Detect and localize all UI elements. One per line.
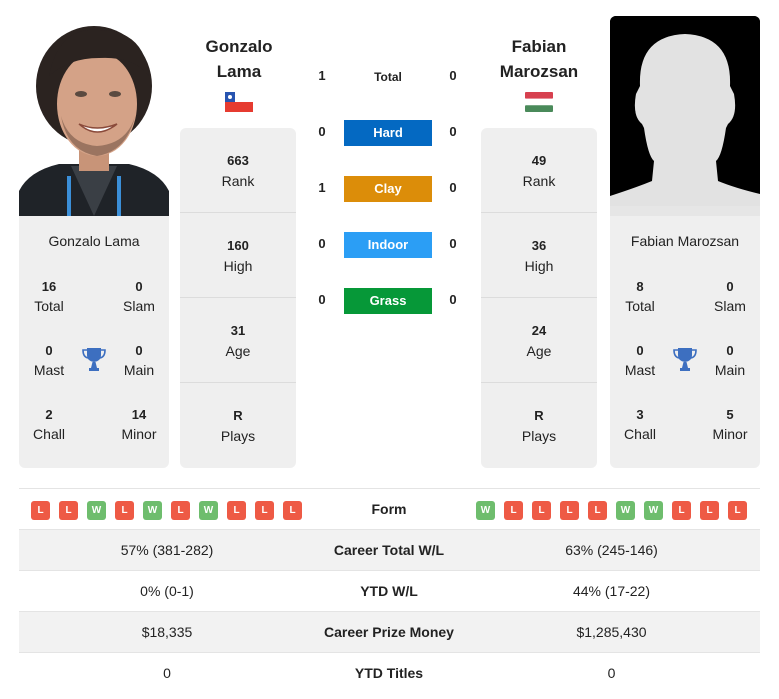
hungary-flag-icon [525,92,553,112]
player1-form-badge-loss[interactable]: L [171,501,190,520]
player2-form-badge-loss[interactable]: L [672,501,691,520]
player2-rank-card: 49 Rank 36 High 24 Age R Plays [481,128,597,468]
h2h-hard-p2: 0 [449,124,457,139]
player1-titles-chall: 2 Chall [33,407,65,442]
player2-titles-mast: 0 Mast [624,343,656,378]
career-prize-money-label: Career Prize Money [324,624,454,640]
h2h-grass-p2: 0 [449,292,457,307]
player2-high: 36 High [481,213,597,298]
player1-plays: R Plays [220,408,256,444]
player2-form-badge-win[interactable]: W [476,501,495,520]
player2-photo-placeholder [610,16,760,216]
surface-hard-badge[interactable]: Hard [344,120,432,146]
player2-form-badge-loss[interactable]: L [588,501,607,520]
player1-rank-card: 663 Rank 160 High 31 Age R Plays [180,128,296,468]
player2-rank: 49 Rank [481,128,597,213]
h2h-grass-p1: 0 [318,292,326,307]
player1-profile-card: Gonzalo Lama 16 Total 0 Slam 0 Mast 0 Ma… [19,216,169,468]
trophy-icon [673,346,697,372]
player1-titles-slam: 0 Slam [123,279,155,314]
player2-form-badge-loss[interactable]: L [560,501,579,520]
ytd-wl-label: YTD W/L [360,583,418,599]
player1-form-badge-loss[interactable]: L [59,501,78,520]
player2-form-badge-win[interactable]: W [616,501,635,520]
player1-full-name: Gonzalo Lama [48,233,140,249]
h2h-total-label: Total [374,70,402,84]
player1-name-heading[interactable]: Gonzalo Lama [179,34,299,84]
form-row: LLWLWLWLLL Form WLLLLWWLLL [19,488,760,529]
player1-form-badge-loss[interactable]: L [255,501,274,520]
player2-profile-card: Fabian Marozsan 8 Total 0 Slam 0 Mast 0 … [610,216,760,468]
player2-titles-main: 0 Main [714,343,746,378]
player1-career-total-wl: 57% (381-282) [120,542,214,558]
player1-titles-mast: 0 Mast [33,343,65,378]
player2-form-badge-loss[interactable]: L [504,501,523,520]
career-total-wl-label: Career Total W/L [333,542,445,558]
player1-form-badge-loss[interactable]: L [227,501,246,520]
player2-form-badge-win[interactable]: W [644,501,663,520]
player1-titles-main: 0 Main [123,343,155,378]
surface-indoor-badge[interactable]: Indoor [344,232,432,258]
stats-row-career-prize-money: $18,335 Career Prize Money $1,285,430 [19,611,760,652]
h2h-total-p1: 1 [318,68,326,83]
player1-photo [19,16,169,216]
chile-flag-icon [225,92,253,112]
h2h-indoor-p2: 0 [449,236,457,251]
h2h-clay-p1: 1 [318,180,326,195]
stats-row-career-total-wl: 57% (381-282) Career Total W/L 63% (245-… [19,529,760,570]
player1-form-badge-loss[interactable]: L [283,501,302,520]
player2-age: 24 Age [481,298,597,383]
trophy-icon [82,346,106,372]
surface-grass-badge[interactable]: Grass [344,288,432,314]
player2-form-badge-loss[interactable]: L [728,501,747,520]
h2h-clay-p2: 0 [449,180,457,195]
h2h-total-p2: 0 [449,68,457,83]
ytd-titles-label: YTD Titles [354,665,424,681]
player1-high: 160 High [180,213,296,298]
surface-clay-badge[interactable]: Clay [344,176,432,202]
stats-row-ytd-titles: 0 YTD Titles 0 [19,652,760,693]
player2-form-badge-loss[interactable]: L [700,501,719,520]
player1-form-badge-win[interactable]: W [87,501,106,520]
player1-form-badge-win[interactable]: W [199,501,218,520]
player1-form-badge-win[interactable]: W [143,501,162,520]
player2-titles-chall: 3 Chall [624,407,656,442]
h2h-hard-p1: 0 [318,124,326,139]
h2h-indoor-p1: 0 [318,236,326,251]
player1-rank: 663 Rank [180,128,296,213]
player2-titles-total: 8 Total [625,279,655,314]
player1-career-prize-money: $18,335 [141,624,193,640]
player2-titles-slam: 0 Slam [714,279,746,314]
player1-titles-total: 16 Total [34,279,64,314]
player1-form-badge-loss[interactable]: L [115,501,134,520]
player2-name-heading[interactable]: Fabian Marozsan [479,34,599,84]
player1-ytd-wl: 0% (0-1) [140,583,194,599]
player2-career-prize-money: $1,285,430 [576,624,647,640]
player2-ytd-wl: 44% (17-22) [572,583,651,599]
player2-titles-minor: 5 Minor [712,407,748,442]
player2-full-name: Fabian Marozsan [630,233,740,249]
player1-form-badge-loss[interactable]: L [31,501,50,520]
player1-titles-minor: 14 Minor [121,407,157,442]
player2-ytd-titles: 0 [607,665,616,681]
player2-career-total-wl: 63% (245-146) [565,542,658,558]
stats-row-ytd-wl: 0% (0-1) YTD W/L 44% (17-22) [19,570,760,611]
form-label: Form [371,501,407,517]
player1-ytd-titles: 0 [163,665,171,681]
player2-plays: R Plays [521,408,557,444]
player1-age: 31 Age [180,298,296,383]
player2-form-badge-loss[interactable]: L [532,501,551,520]
